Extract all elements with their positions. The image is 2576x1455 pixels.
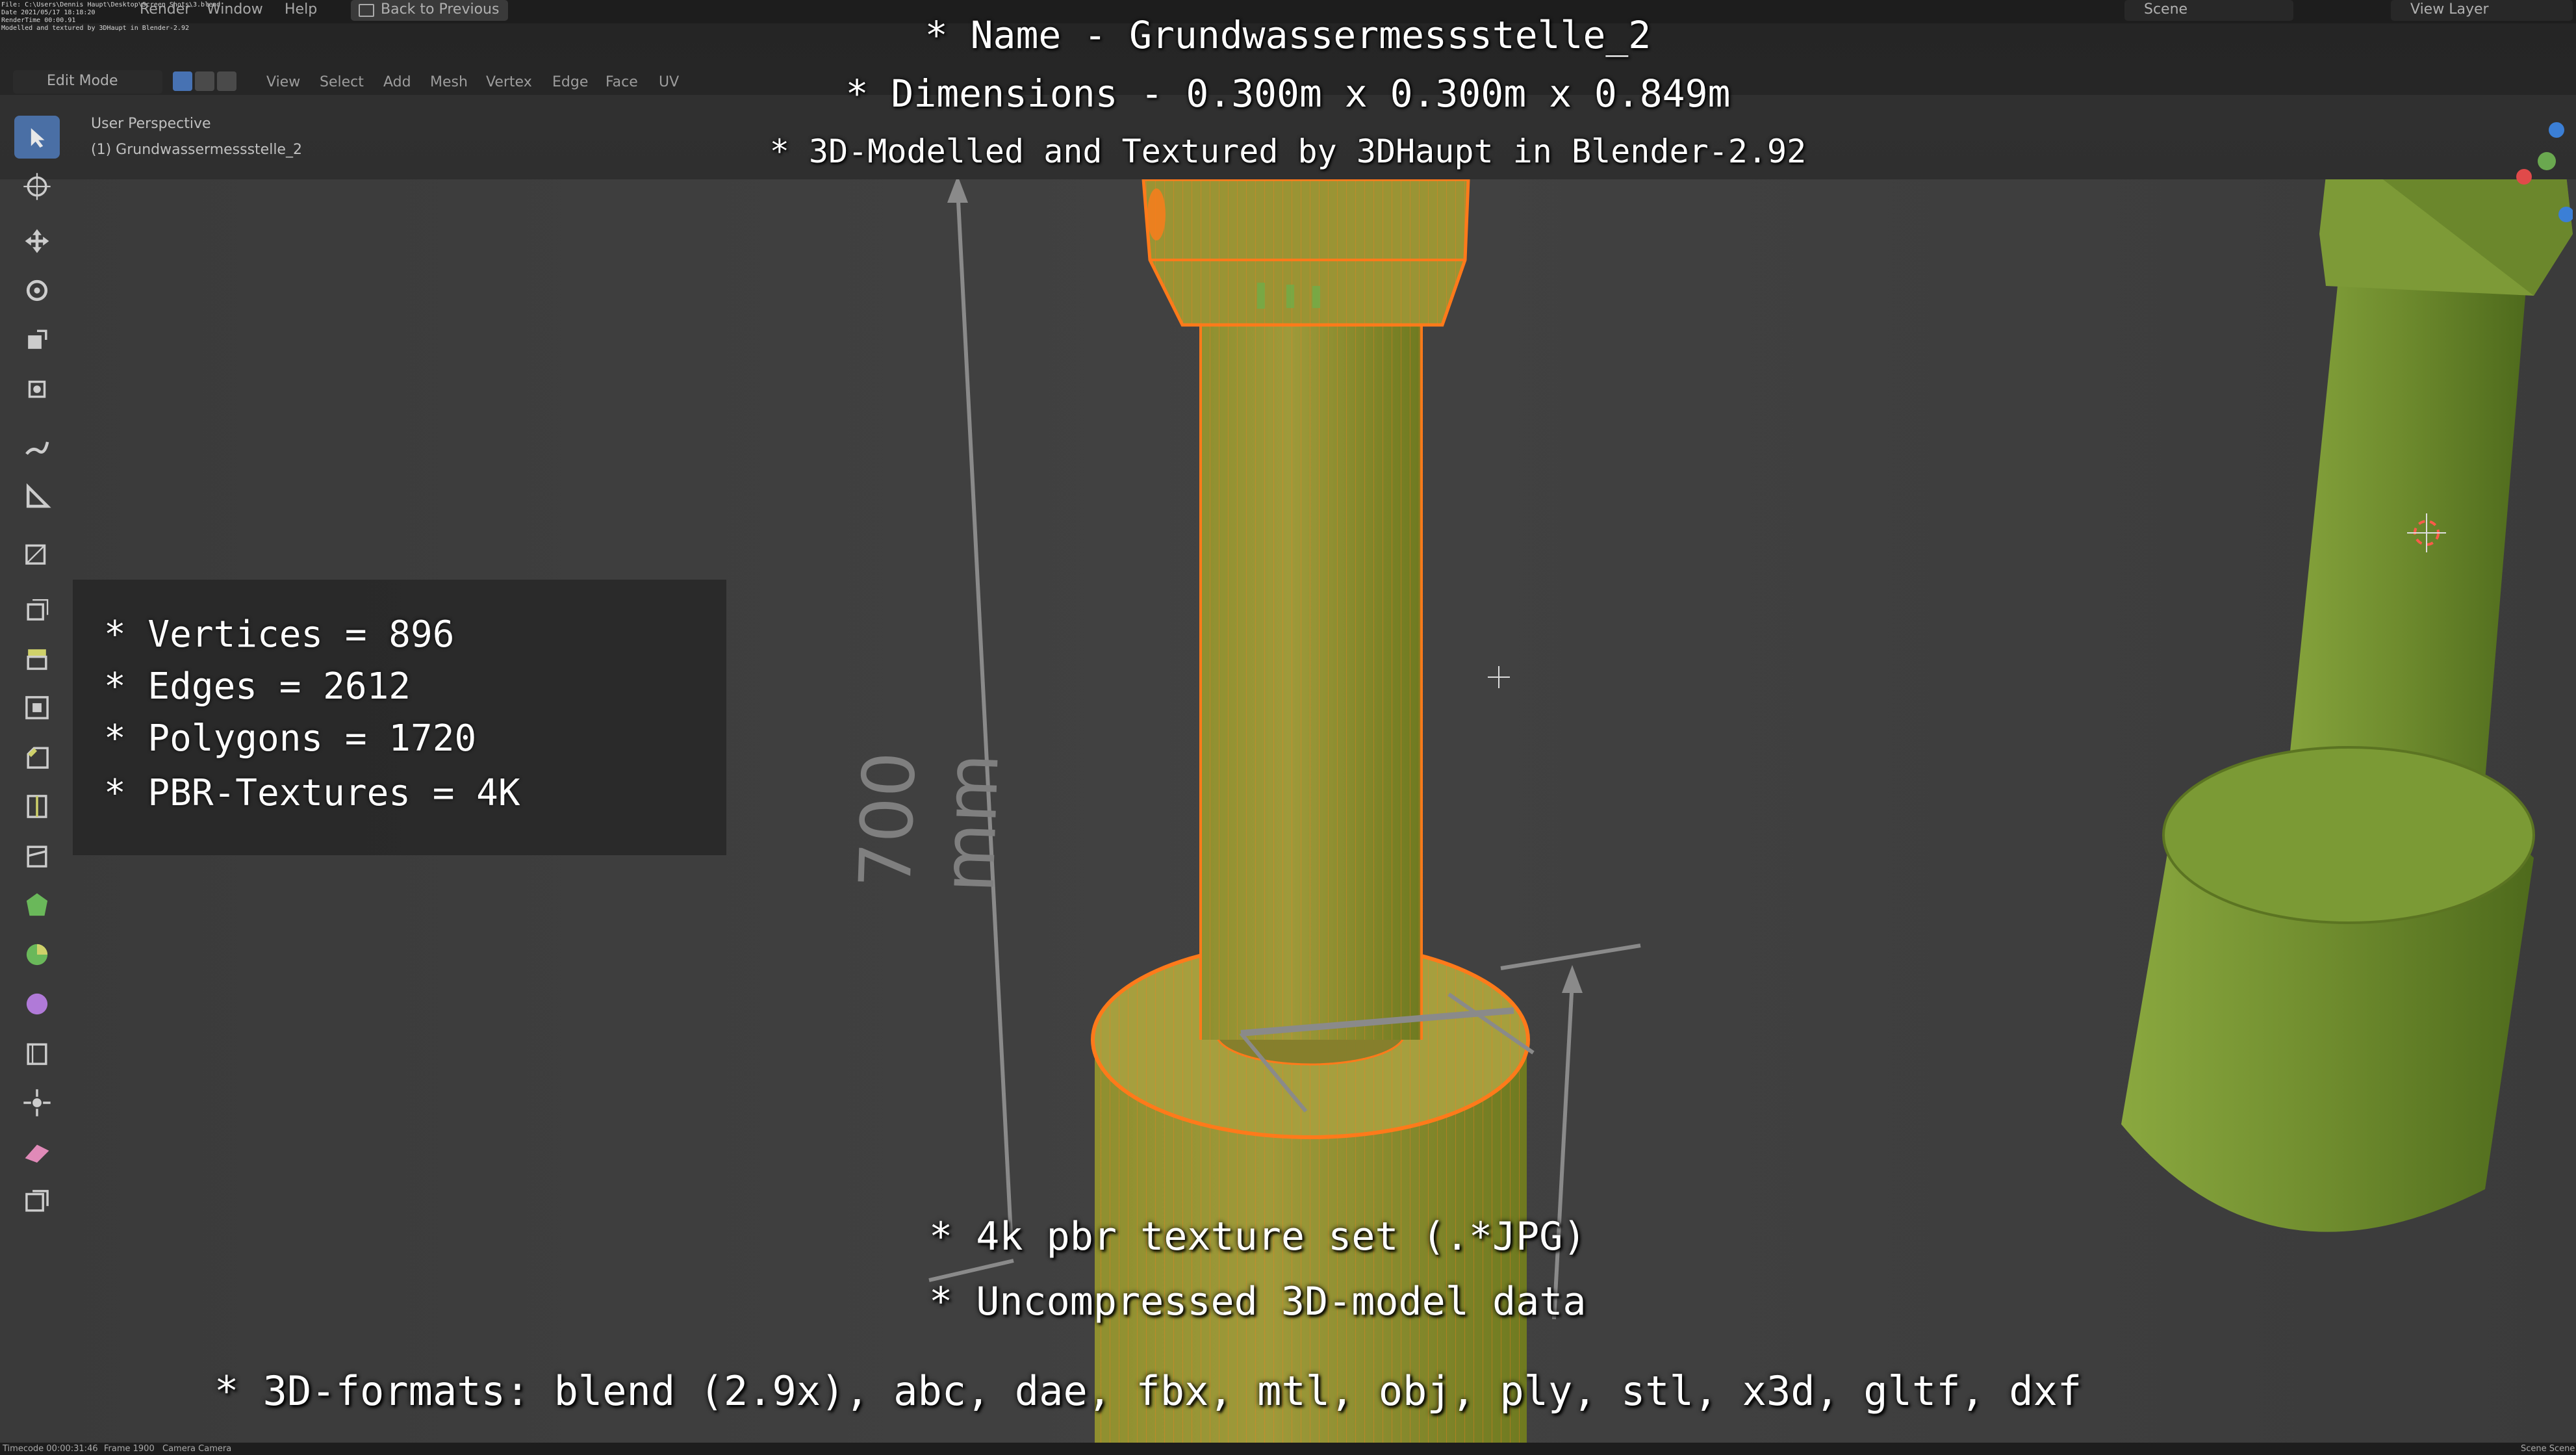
rotate-icon <box>26 279 48 302</box>
overlay-dimensions-line: * Dimensions - 0.300m x 0.300m x 0.849m <box>845 71 1731 116</box>
status-frame: Frame 1900 <box>104 1444 155 1454</box>
edge-slide-icon <box>27 1043 47 1065</box>
measure-tool[interactable] <box>14 474 60 517</box>
ruler-icon <box>26 483 51 508</box>
status-timecode: Timecode 00:00:31:46 <box>3 1444 98 1454</box>
shrink-fatten-icon <box>23 1089 51 1116</box>
dimension-label: 700 mm <box>843 750 1015 894</box>
knife-icon <box>27 845 47 868</box>
extrude-region-icon <box>27 649 47 670</box>
stat-polygons: * Polygons = 1720 <box>104 717 477 760</box>
move-tool[interactable] <box>14 220 60 263</box>
move-arrows-icon <box>25 229 49 253</box>
poly-build-icon <box>26 893 48 916</box>
pencil-icon <box>25 441 49 456</box>
overlay-texture-set-line: * 4k pbr texture set (.*JPG) <box>929 1214 1587 1259</box>
transform-tool[interactable] <box>14 368 60 411</box>
inset-icon <box>25 696 49 719</box>
extrude-icon <box>27 599 49 621</box>
stat-vertices: * Vertices = 896 <box>104 613 455 656</box>
viewport-perspective-label: User Perspective <box>91 116 211 132</box>
crosshair-icon <box>23 173 51 200</box>
rotate-tool[interactable] <box>14 269 60 312</box>
scale-icon <box>28 329 47 349</box>
extrude-tool[interactable] <box>14 587 60 630</box>
scale-tool[interactable] <box>14 318 60 361</box>
extrude-region-tool[interactable] <box>14 637 60 680</box>
add-cube-tool[interactable] <box>14 532 60 574</box>
poly-build-tool[interactable] <box>14 884 60 927</box>
rip-region-tool[interactable] <box>14 1180 60 1223</box>
sphere-icon <box>26 993 48 1015</box>
overlay-name-line: * Name - Grundwassermessstelle_2 <box>925 13 1651 57</box>
inset-faces-tool[interactable] <box>14 686 60 729</box>
bevel-icon <box>27 747 49 769</box>
status-scene: Scene Scene <box>2521 1444 2575 1454</box>
overlay-credit-line: * 3D-Modelled and Textured by 3DHaupt in… <box>769 133 1807 170</box>
status-bar: Timecode 00:00:31:46 Frame 1900 Camera C… <box>0 1443 2576 1455</box>
shrink-fatten-tool[interactable] <box>14 1081 60 1124</box>
overlay-formats-line: * 3D-formats: blend (2.9x), abc, dae, fb… <box>214 1367 2082 1415</box>
status-camera: Camera Camera <box>162 1444 232 1454</box>
edge-slide-tool[interactable] <box>14 1032 60 1075</box>
stat-edges: * Edges = 2612 <box>104 665 411 708</box>
rip-icon <box>25 1190 49 1212</box>
stat-textures: * PBR-Textures = 4K <box>104 772 520 814</box>
annotate-tool[interactable] <box>14 425 60 468</box>
spin-icon <box>26 944 48 966</box>
cursor-tool[interactable] <box>14 165 60 208</box>
add-cube-icon <box>25 544 46 565</box>
overlay-model-data-line: * Uncompressed 3D-model data <box>929 1279 1587 1324</box>
tool-shelf <box>8 116 68 1246</box>
smooth-tool[interactable] <box>14 983 60 1025</box>
spin-tool[interactable] <box>14 933 60 976</box>
loop-cut-tool[interactable] <box>14 785 60 828</box>
shear-tool[interactable] <box>14 1131 60 1174</box>
transform-icon <box>28 380 46 398</box>
bevel-tool[interactable] <box>14 736 60 779</box>
shear-icon <box>25 1144 49 1163</box>
knife-tool[interactable] <box>14 834 60 877</box>
loop-cut-icon <box>27 795 47 818</box>
